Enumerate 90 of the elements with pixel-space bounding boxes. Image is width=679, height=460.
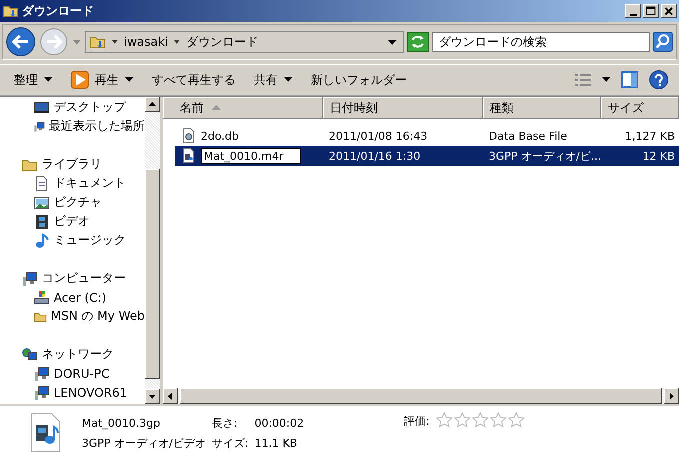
caret-icon xyxy=(44,77,53,83)
file-row[interactable]: 2do.db 2011/01/08 16:43 Data Base File 1,127 KB xyxy=(175,126,679,146)
size-label: サイズ: xyxy=(212,436,249,450)
drive-icon xyxy=(34,290,50,306)
preview-pane-icon[interactable] xyxy=(621,71,639,89)
file-row[interactable]: Mat_0010.m4r 2011/01/16 1:30 3GPP オーディオ/ビ... 12 KB xyxy=(175,146,679,166)
file-name: Mat_0010.3gp xyxy=(82,416,162,430)
breadcrumb-link[interactable]: ダウンロード xyxy=(186,34,258,50)
rating-label: 評価: xyxy=(404,414,430,429)
computer-icon xyxy=(34,366,50,382)
scroll-down-button[interactable] xyxy=(145,389,160,404)
length-value: 00:00:02 xyxy=(254,416,304,430)
column-header[interactable]: 名前 xyxy=(163,97,323,119)
caret-icon[interactable] xyxy=(602,77,611,83)
size-cell: 12 KB xyxy=(642,150,675,162)
star-icon[interactable] xyxy=(436,412,453,428)
sidebar-item[interactable]: ドキュメント xyxy=(0,174,145,193)
dropdown-icon[interactable] xyxy=(388,38,397,46)
toolbar-button[interactable]: 整理 xyxy=(14,70,57,90)
column-header[interactable]: サイズ xyxy=(601,97,679,119)
scroll-up-button[interactable] xyxy=(145,97,160,112)
file-icon xyxy=(181,128,197,144)
toolbar-button[interactable]: 共有 xyxy=(250,70,297,90)
arrow-icon xyxy=(149,393,156,400)
picture-icon xyxy=(34,194,50,210)
scrollbar-thumb[interactable] xyxy=(145,169,160,379)
scrollbar[interactable] xyxy=(145,97,160,404)
star-icon[interactable] xyxy=(508,412,525,428)
maximize-icon xyxy=(644,4,658,18)
back-button[interactable] xyxy=(6,27,36,57)
sidebar-item[interactable]: デスクトップ xyxy=(0,98,145,117)
media-file-icon xyxy=(30,413,62,453)
arrow-icon xyxy=(149,101,156,108)
size-cell: 1,127 KB xyxy=(625,130,675,142)
sidebar-item[interactable]: ネットワーク xyxy=(0,345,145,364)
sidebar-item[interactable]: ピクチャ xyxy=(0,193,145,212)
film-icon xyxy=(34,214,50,230)
date-cell: 2011/01/16 1:30 xyxy=(329,150,421,162)
computer-icon xyxy=(22,270,38,286)
address-bar[interactable]: iwasaki ダウンロード xyxy=(85,31,404,53)
sidebar-item[interactable]: DORU-PC xyxy=(0,364,145,383)
chevron-icon[interactable] xyxy=(173,38,182,46)
scroll-right-button[interactable] xyxy=(664,388,679,404)
arrow-icon xyxy=(167,392,174,400)
sidebar-item[interactable]: LENOVOR61 xyxy=(0,383,145,402)
chevron-icon[interactable] xyxy=(111,38,119,46)
star-icon[interactable] xyxy=(454,412,471,428)
minimize-icon xyxy=(630,14,636,16)
window-title: ダウンロード xyxy=(22,2,94,20)
network-icon xyxy=(22,346,38,362)
type-cell: 3GPP オーディオ/ビ... xyxy=(489,148,602,164)
sidebar-item[interactable]: MSN の My Web xyxy=(0,307,145,326)
media-file-icon xyxy=(181,148,197,164)
column-header[interactable]: 日付時刻 xyxy=(323,97,483,119)
size-value: 11.1 KB xyxy=(254,436,298,450)
toolbar-button[interactable]: 新しいフォルダー xyxy=(307,70,411,90)
search-icon[interactable] xyxy=(653,32,673,52)
refresh-button[interactable] xyxy=(407,32,429,52)
star-icon[interactable] xyxy=(490,412,507,428)
monitor-icon xyxy=(34,100,50,116)
sidebar-item[interactable]: ビデオ xyxy=(0,212,145,231)
breadcrumb-link[interactable]: iwasaki xyxy=(124,35,168,49)
sidebar-item[interactable]: コンピューター xyxy=(0,269,145,288)
document-icon xyxy=(34,176,50,192)
caret-icon xyxy=(284,77,293,83)
length-label: 長さ: xyxy=(212,416,239,430)
type-cell: Data Base File xyxy=(489,130,568,142)
sidebar-item[interactable]: 最近表示した場所 xyxy=(0,117,145,136)
maximize-button[interactable] xyxy=(643,4,659,18)
toolbar-button[interactable]: すべて再生する xyxy=(148,70,240,90)
caret-icon xyxy=(125,77,134,83)
minimize-button[interactable] xyxy=(625,4,641,18)
rename-field[interactable]: Mat_0010.m4r xyxy=(201,148,301,164)
help-icon[interactable] xyxy=(649,70,669,90)
date-cell: 2011/01/08 16:43 xyxy=(329,130,428,142)
sidebar-item[interactable]: ライブラリ xyxy=(0,155,145,174)
toolbar-button[interactable]: 再生 xyxy=(67,69,138,91)
scroll-left-button[interactable] xyxy=(163,388,178,404)
play-icon xyxy=(71,71,89,89)
music-note-icon xyxy=(34,232,50,248)
star-icon[interactable] xyxy=(472,412,489,428)
column-header[interactable]: 種類 xyxy=(483,97,601,119)
close-button[interactable] xyxy=(661,4,677,18)
file-name: 2do.db xyxy=(201,130,239,142)
computer-icon xyxy=(34,384,50,400)
arrow-icon xyxy=(668,392,675,400)
file-type: 3GPP オーディオ/ビデオ xyxy=(82,436,206,450)
search-field[interactable]: ダウンロードの検索 xyxy=(432,32,650,52)
sidebar-item[interactable]: Acer (C:) xyxy=(0,288,145,307)
sidebar-item[interactable]: ミュージック xyxy=(0,231,145,250)
